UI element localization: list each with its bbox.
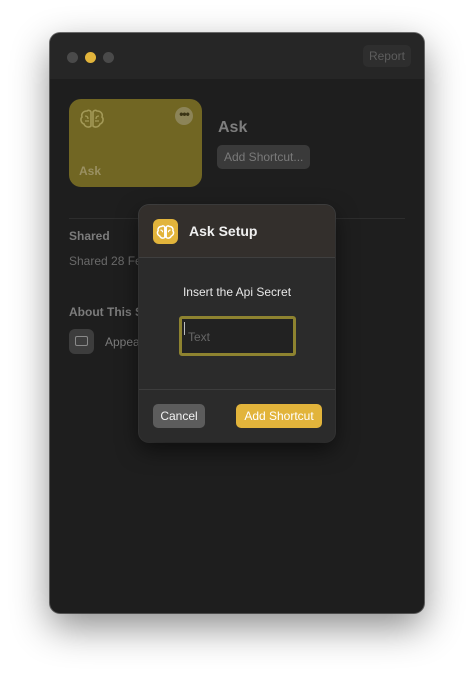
setup-dialog: Ask Setup Insert the Api Secret Cancel A… [139, 205, 335, 442]
close-window-button[interactable] [67, 52, 78, 63]
brain-icon [153, 219, 178, 244]
add-shortcut-confirm-button[interactable]: Add Shortcut [236, 404, 322, 428]
zoom-window-button[interactable] [103, 52, 114, 63]
brain-icon [80, 109, 104, 128]
shared-heading: Shared [69, 229, 110, 243]
title-bar: Report [50, 33, 424, 79]
api-secret-input[interactable] [179, 316, 296, 356]
window-icon [69, 329, 94, 354]
ellipsis-icon[interactable]: ••• [175, 107, 193, 125]
shortcut-card[interactable]: ••• Ask [69, 99, 202, 187]
shared-date: Shared 28 Fe [69, 254, 142, 268]
report-button[interactable]: Report [362, 45, 411, 67]
about-heading: About This S [69, 305, 143, 319]
appearance-label: Appea [105, 335, 140, 349]
minimize-window-button[interactable] [85, 52, 96, 63]
text-caret [184, 322, 185, 335]
cancel-button[interactable]: Cancel [153, 404, 205, 428]
dialog-title: Ask Setup [189, 223, 258, 239]
dialog-footer-divider [139, 389, 335, 390]
dialog-prompt: Insert the Api Secret [182, 285, 292, 299]
add-shortcut-button[interactable]: Add Shortcut... [217, 145, 311, 169]
dialog-header: Ask Setup [139, 205, 335, 258]
shortcut-card-label: Ask [79, 164, 102, 178]
shortcut-title: Ask [218, 119, 248, 136]
